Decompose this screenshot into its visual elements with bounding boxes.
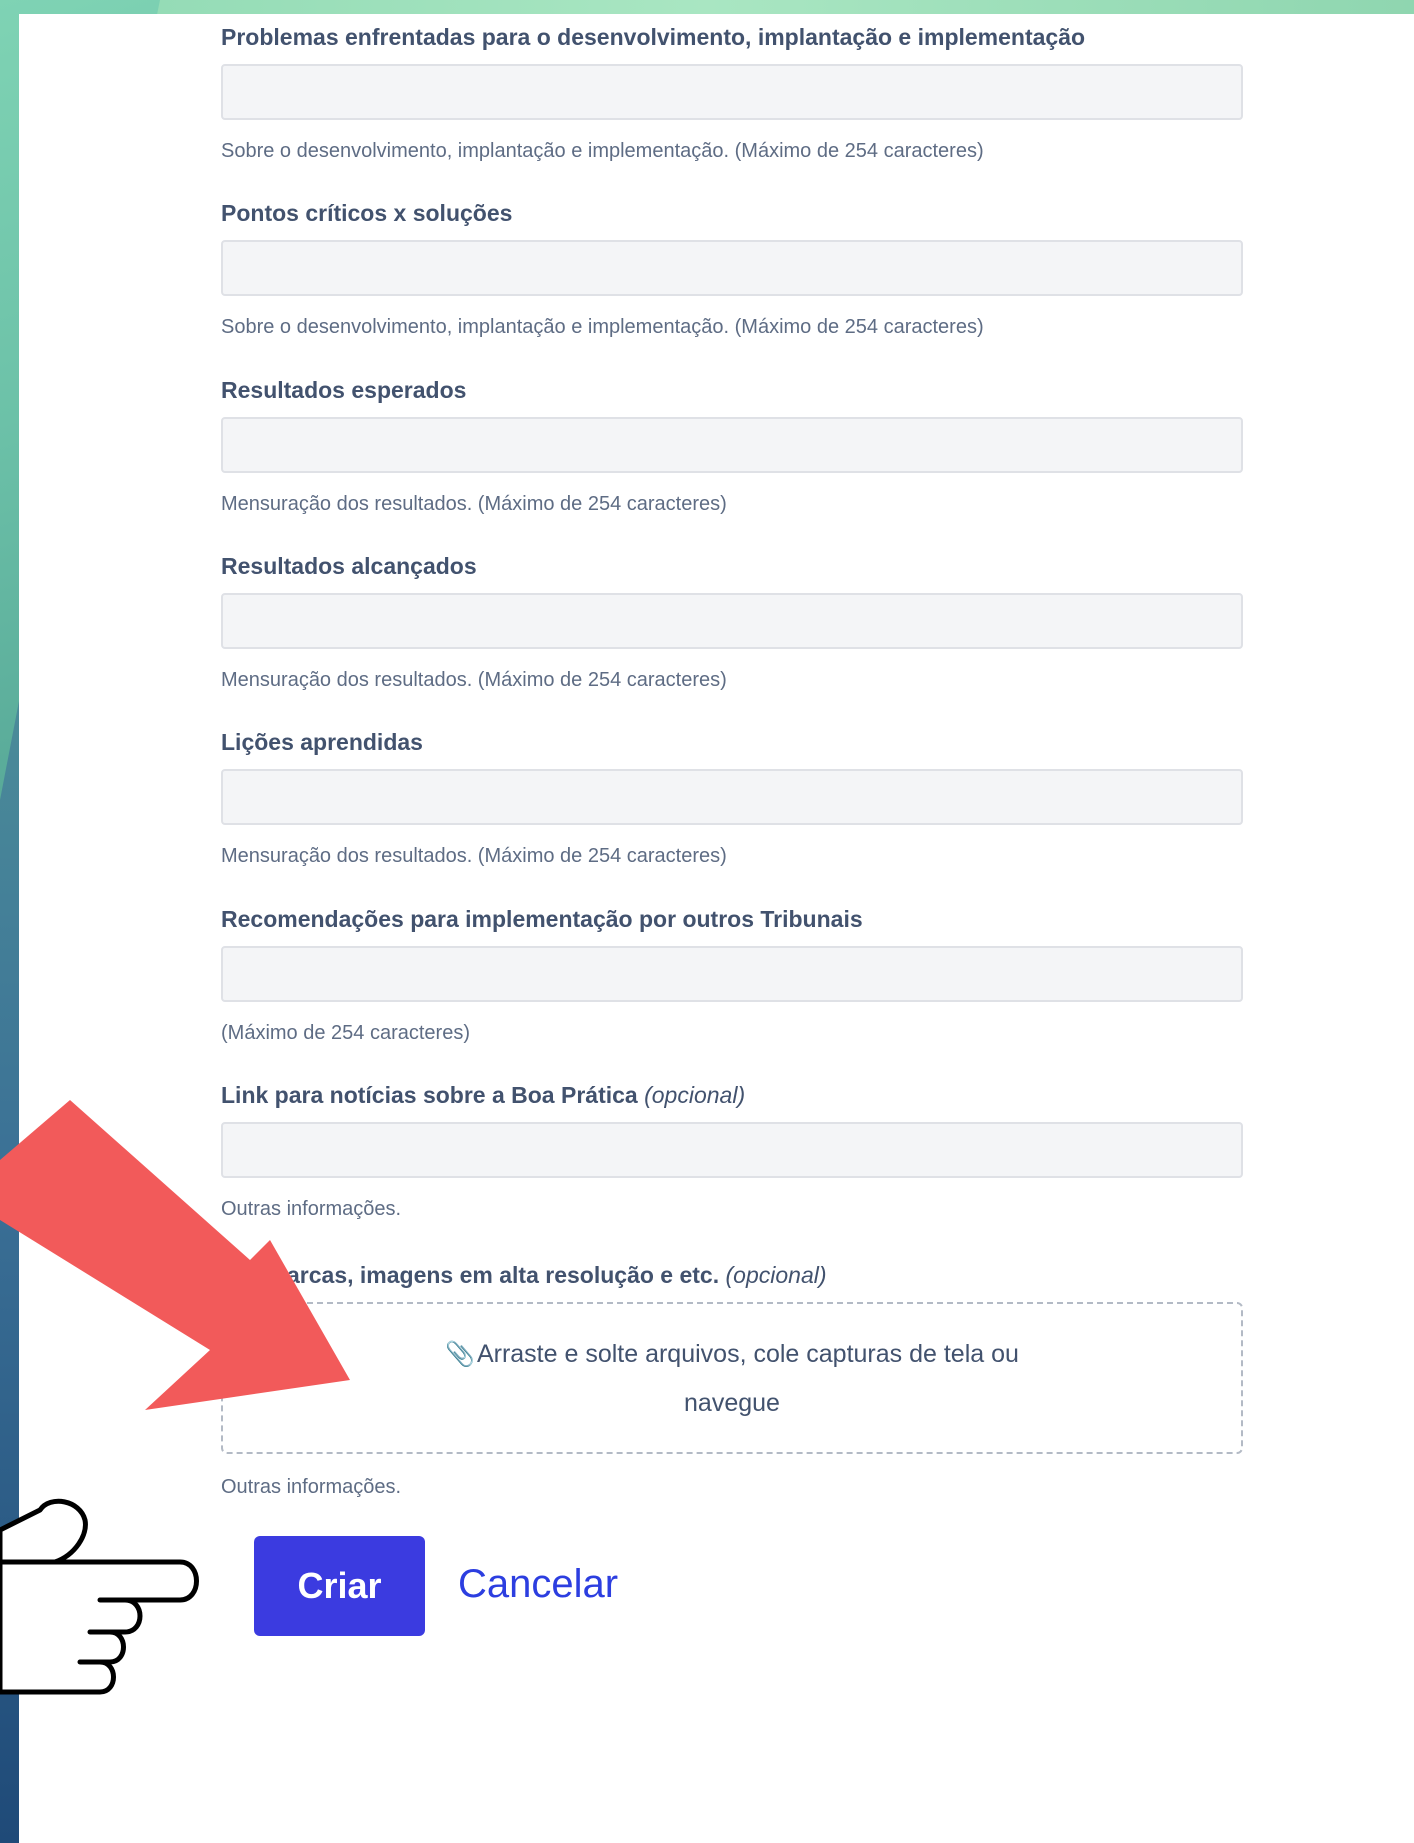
pointing-hand-icon: [0, 1498, 199, 1695]
annotation-overlay: [0, 1100, 350, 1695]
red-arrow-icon: [0, 1100, 350, 1410]
